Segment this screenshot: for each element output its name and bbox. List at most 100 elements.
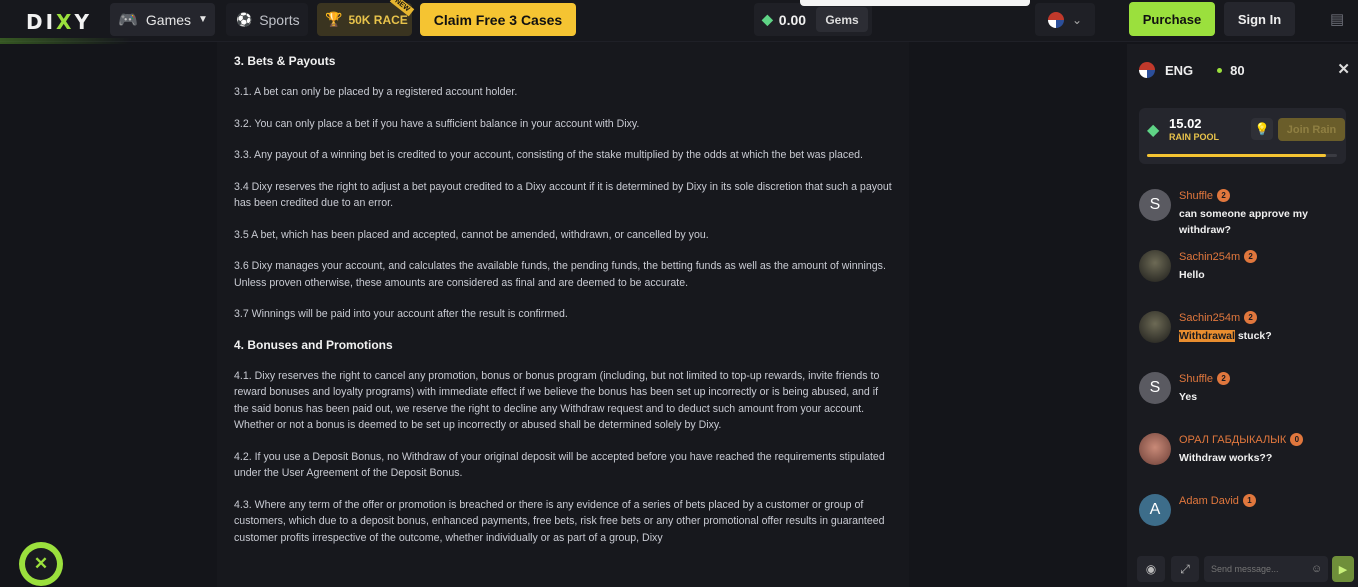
- close-icon[interactable]: ✕: [1337, 60, 1350, 78]
- join-rain-button[interactable]: Join Rain: [1278, 118, 1345, 141]
- username-text: Sachin254m: [1179, 311, 1241, 324]
- chat-username[interactable]: ОРАЛ ГАБДЫКАЛЫК 0: [1179, 433, 1304, 446]
- message-body: Yes: [1179, 391, 1198, 403]
- gems-button[interactable]: Gems: [816, 7, 868, 32]
- emoji-icon[interactable]: ☺: [1311, 563, 1322, 575]
- discord-icon[interactable]: ◉: [1137, 556, 1165, 582]
- terms-paragraph: 3.4 Dixy reserves the right to adjust a …: [234, 180, 892, 210]
- gem-icon: ◆: [1147, 122, 1160, 139]
- message-body: Hello: [1179, 269, 1205, 281]
- topbar-glow: [0, 38, 130, 44]
- chat-message-text: Yes: [1179, 389, 1349, 405]
- avatar[interactable]: A: [1139, 494, 1171, 526]
- chat-header: ENG 80: [1139, 62, 1245, 78]
- games-menu-button[interactable]: 🎮 Games ▼: [110, 3, 215, 36]
- logo-text-x: X: [56, 10, 75, 34]
- terms-content: 3. Bets & Payouts 3.1. A bet can only be …: [217, 42, 909, 587]
- chat-message-text: Withdraw works??: [1179, 450, 1349, 466]
- sign-in-button[interactable]: Sign In: [1224, 2, 1295, 36]
- chat-language[interactable]: ENG: [1165, 63, 1193, 78]
- username-text: Sachin254m: [1179, 250, 1241, 263]
- chat-message: S Shuffle 2 can someone approve my withdraw…: [1127, 186, 1358, 247]
- username-text: Shuffle: [1179, 372, 1214, 385]
- rain-label: RAIN POOL: [1169, 132, 1220, 142]
- level-badge: 1: [1242, 494, 1256, 507]
- chat-username[interactable]: Sachin254m 2: [1179, 311, 1258, 324]
- sports-label: Sports: [259, 11, 300, 28]
- logo-text-left: DI: [26, 10, 57, 34]
- dixy-logo-icon: ✕: [25, 548, 57, 580]
- terms-paragraph: 3.7 Winnings will be paid into your acco…: [234, 308, 568, 320]
- expand-icon[interactable]: ⤢: [1171, 556, 1199, 582]
- username-text: Shuffle: [1179, 189, 1214, 202]
- games-label: Games: [145, 11, 192, 28]
- username-text: ОРАЛ ГАБДЫКАЛЫК: [1179, 433, 1287, 446]
- terms-paragraph: 4.1. Dixy reserves the right to cancel a…: [234, 369, 880, 432]
- chat-message-text: Hello: [1179, 267, 1349, 283]
- highlighted-word: Withdrawal: [1179, 330, 1235, 342]
- message-body: Withdraw works??: [1179, 452, 1273, 464]
- dropdown-overlay-strip: [800, 0, 1030, 6]
- chat-messages: S Shuffle 2 can someone approve my withdraw…: [1127, 186, 1358, 552]
- avatar[interactable]: [1139, 250, 1171, 282]
- claim-label: Claim Free 3 Cases: [433, 11, 563, 28]
- chat-bubble-icon[interactable]: ▤: [1330, 10, 1348, 28]
- username-text: Adam David: [1179, 494, 1239, 507]
- message-body: stuck?: [1234, 330, 1272, 342]
- balance-display[interactable]: ◆ 0.00 Gems: [754, 3, 872, 36]
- purchase-button[interactable]: Purchase: [1129, 2, 1215, 36]
- us-flag-icon: [1047, 11, 1064, 28]
- gamepad-icon: 🎮: [118, 11, 138, 29]
- level-badge: 2: [1244, 250, 1258, 263]
- chat-message: ОРАЛ ГАБДЫКАЛЫК 0 Withdraw works??: [1127, 430, 1358, 491]
- rain-amount: 15.02: [1169, 116, 1202, 131]
- chat-message-input[interactable]: [1204, 556, 1328, 582]
- chat-username[interactable]: Shuffle 2: [1179, 372, 1231, 385]
- chat-input-bar: ◉ ⤢ ☺ ▶: [1127, 552, 1358, 587]
- chat-panel: ENG 80 ✕ ◆ 15.02 RAIN POOL 💡 Join Rain S…: [1127, 44, 1358, 587]
- race-label: 50K RACE: [348, 12, 408, 27]
- avatar[interactable]: [1139, 433, 1171, 465]
- chat-message: Sachin254m 2 Hello: [1127, 247, 1358, 308]
- terms-paragraph: 3.6 Dixy manages your account, and calcu…: [234, 260, 886, 289]
- rain-pool-card: ◆ 15.02 RAIN POOL 💡 Join Rain: [1139, 108, 1346, 164]
- avatar[interactable]: S: [1139, 372, 1171, 404]
- logo-text-right: Y: [74, 10, 92, 34]
- gem-icon: ◆: [762, 11, 773, 27]
- chat-username[interactable]: Sachin254m 2: [1179, 250, 1258, 263]
- race-button[interactable]: 🏆 50K RACE NEW: [317, 0, 415, 36]
- terms-paragraph: 3.1. A bet can only be placed by a regis…: [234, 86, 518, 98]
- soccer-ball-icon: ⚽: [236, 11, 253, 27]
- terms-paragraph: 3.5 A bet, which has been placed and acc…: [234, 228, 709, 241]
- section-heading: 3. Bets & Payouts: [234, 54, 336, 68]
- support-fab[interactable]: ✕: [19, 542, 63, 586]
- chat-message: A Adam David 1: [1127, 491, 1358, 552]
- terms-paragraph: 4.2. If you use a Deposit Bonus, no With…: [234, 450, 885, 480]
- terms-paragraph: 3.2. You can only place a bet if you hav…: [234, 117, 640, 130]
- chat-message-text: can someone approve my withdraw?: [1179, 206, 1349, 238]
- lightbulb-icon[interactable]: 💡: [1251, 118, 1273, 140]
- online-dot-icon: [1217, 67, 1223, 73]
- terms-paragraph: 4.3. Where any term of the offer or prom…: [234, 498, 885, 544]
- section-heading: 4. Bonuses and Promotions: [234, 337, 393, 352]
- avatar[interactable]: S: [1139, 189, 1171, 221]
- chevron-down-icon: ▼: [198, 14, 208, 25]
- language-selector[interactable]: ⌄: [1035, 3, 1095, 36]
- trophy-icon: 🏆: [325, 11, 343, 27]
- terms-paragraph: 3.3. Any payout of a winning bet is cred…: [234, 149, 863, 161]
- level-badge: 2: [1217, 372, 1231, 385]
- rain-progress-bar: [1147, 154, 1337, 157]
- chat-username[interactable]: Adam David 1: [1179, 494, 1256, 507]
- us-flag-icon[interactable]: [1139, 62, 1155, 78]
- chevron-down-icon: ⌄: [1071, 12, 1083, 27]
- chat-message-text: Withdrawal stuck?: [1179, 328, 1349, 344]
- rain-progress-fill: [1147, 154, 1326, 157]
- send-button[interactable]: ▶: [1332, 556, 1354, 582]
- avatar[interactable]: [1139, 311, 1171, 343]
- chat-message: S Shuffle 2 Yes: [1127, 369, 1358, 430]
- message-body: can someone approve my withdraw?: [1179, 208, 1308, 236]
- logo[interactable]: DIXY: [26, 10, 92, 34]
- sports-button[interactable]: ⚽ Sports: [226, 3, 308, 36]
- chat-username[interactable]: Shuffle 2: [1179, 189, 1231, 202]
- claim-free-cases-button[interactable]: Claim Free 3 Cases: [420, 3, 576, 36]
